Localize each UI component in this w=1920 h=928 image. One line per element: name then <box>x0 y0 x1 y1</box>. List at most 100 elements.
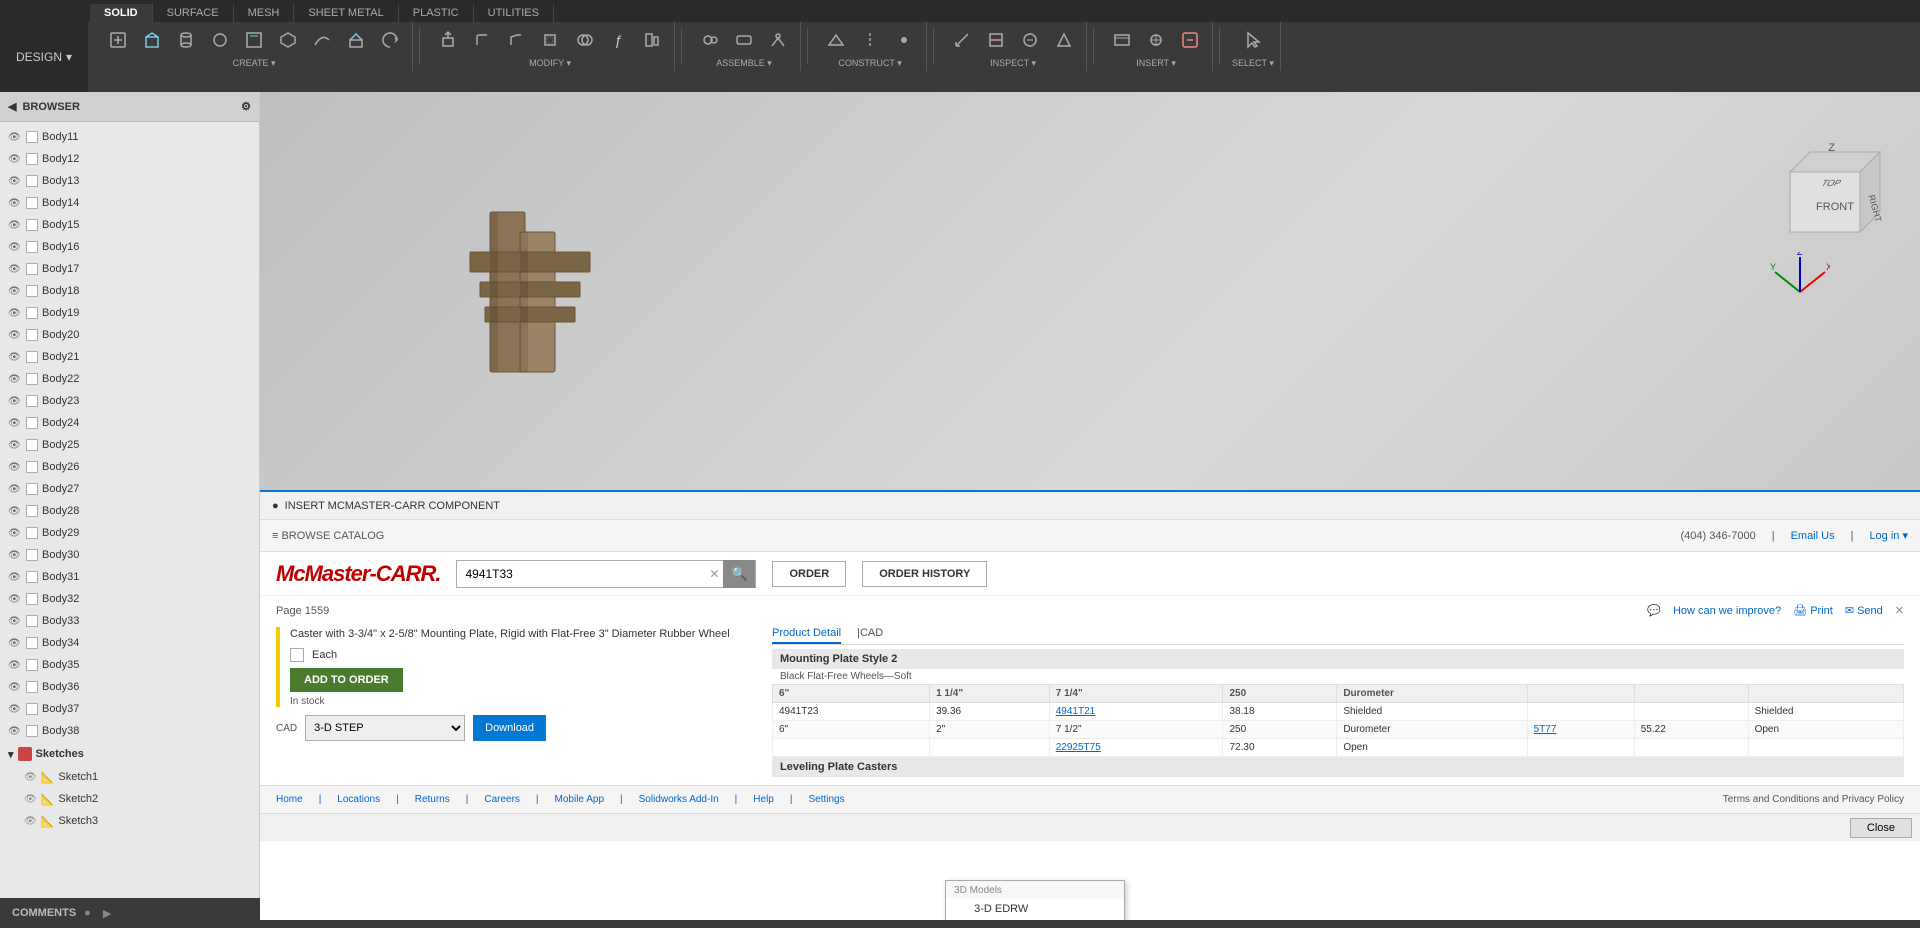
footer-locations[interactable]: Locations <box>337 794 380 805</box>
list-item[interactable]: 👁Body17 <box>0 258 259 280</box>
design-dropdown[interactable]: DESIGN ▾ <box>0 22 88 92</box>
tab-solid[interactable]: SOLID <box>90 4 153 22</box>
comment-toggle[interactable]: ● <box>84 907 91 919</box>
point-icon[interactable] <box>888 24 920 56</box>
part-link[interactable]: 5T77 <box>1534 724 1557 735</box>
print-link[interactable]: 🖨 Print <box>1793 604 1833 617</box>
checkbox[interactable] <box>26 175 38 187</box>
checkbox[interactable] <box>26 725 38 737</box>
close-x-icon[interactable]: ✕ <box>1895 604 1904 617</box>
tab-plastic[interactable]: PLASTIC <box>399 4 474 22</box>
list-item[interactable]: 👁Body28 <box>0 500 259 522</box>
joint-icon[interactable] <box>694 24 726 56</box>
form-icon[interactable] <box>272 24 304 56</box>
email-link[interactable]: Email Us <box>1791 530 1835 542</box>
list-item[interactable]: 👁Body25 <box>0 434 259 456</box>
rigid-group-icon[interactable] <box>728 24 760 56</box>
checkbox[interactable] <box>26 703 38 715</box>
list-item[interactable]: 👁Body31 <box>0 566 259 588</box>
order-history-button[interactable]: ORDER HISTORY <box>862 561 987 587</box>
motion-link-icon[interactable] <box>762 24 794 56</box>
press-pull-icon[interactable] <box>432 24 464 56</box>
sketch-item[interactable]: 👁 📐 Sketch3 <box>0 810 259 832</box>
dropdown-item-edrw[interactable]: 3-D EDRW <box>946 898 1124 920</box>
checkbox[interactable] <box>26 549 38 561</box>
checkbox[interactable] <box>26 241 38 253</box>
checkbox[interactable] <box>26 505 38 517</box>
formula-icon[interactable]: ƒ <box>602 24 634 56</box>
mcmaster-icon[interactable] <box>1174 24 1206 56</box>
checkbox[interactable] <box>26 637 38 649</box>
extrude-icon[interactable] <box>340 24 372 56</box>
list-item[interactable]: 👁Body18 <box>0 280 259 302</box>
new-component-icon[interactable] <box>102 24 134 56</box>
surface-create-icon[interactable] <box>306 24 338 56</box>
viewport[interactable]: Z FRONT TOP RIGHT X Y Z <box>260 92 1920 920</box>
checkbox[interactable] <box>26 417 38 429</box>
checkbox[interactable] <box>26 395 38 407</box>
footer-solidworks[interactable]: Solidworks Add-In <box>639 794 719 805</box>
list-item[interactable]: 👁Body16 <box>0 236 259 258</box>
close-button[interactable]: Close <box>1850 818 1912 838</box>
section-analysis-icon[interactable] <box>980 24 1012 56</box>
browser-toggle-icon[interactable]: ◀ <box>8 100 16 113</box>
order-button[interactable]: ORDER <box>772 561 846 587</box>
checkbox[interactable] <box>26 285 38 297</box>
plane-icon[interactable] <box>820 24 852 56</box>
draft-icon[interactable] <box>1048 24 1080 56</box>
canvas-icon[interactable] <box>1106 24 1138 56</box>
download-button[interactable]: Download <box>473 715 546 741</box>
sphere-icon[interactable] <box>204 24 236 56</box>
list-item[interactable]: 👁Body22 <box>0 368 259 390</box>
search-button[interactable]: 🔍 <box>723 560 755 588</box>
axis-icon[interactable] <box>854 24 886 56</box>
revolve-icon[interactable] <box>374 24 406 56</box>
list-item[interactable]: 👁Body36 <box>0 676 259 698</box>
checkbox[interactable] <box>26 263 38 275</box>
checkbox[interactable] <box>26 219 38 231</box>
checkbox[interactable] <box>26 527 38 539</box>
footer-returns[interactable]: Returns <box>415 794 450 805</box>
footer-settings[interactable]: Settings <box>808 794 844 805</box>
sketch-icon[interactable] <box>238 24 270 56</box>
part-link[interactable]: 22925T75 <box>1056 742 1101 753</box>
checkbox[interactable] <box>26 461 38 473</box>
send-link[interactable]: ✉ Send <box>1845 604 1883 617</box>
checkbox[interactable] <box>26 593 38 605</box>
list-item[interactable]: 👁Body33 <box>0 610 259 632</box>
list-item[interactable]: 👁Body14 <box>0 192 259 214</box>
list-item[interactable]: 👁Body11 <box>0 126 259 148</box>
checkbox[interactable] <box>26 483 38 495</box>
list-item[interactable]: 👁Body12 <box>0 148 259 170</box>
tab-utilities[interactable]: UTILITIES <box>474 4 554 22</box>
footer-mobile[interactable]: Mobile App <box>555 794 604 805</box>
search-input[interactable] <box>457 563 705 585</box>
align-icon[interactable] <box>636 24 668 56</box>
chamfer-icon[interactable] <box>500 24 532 56</box>
checkbox[interactable] <box>26 659 38 671</box>
checkbox[interactable] <box>26 571 38 583</box>
list-item[interactable]: 👁Body26 <box>0 456 259 478</box>
checkbox[interactable] <box>26 373 38 385</box>
list-item[interactable]: 👁Body29 <box>0 522 259 544</box>
footer-careers[interactable]: Careers <box>484 794 520 805</box>
checkbox[interactable] <box>26 351 38 363</box>
checkbox[interactable] <box>26 439 38 451</box>
list-item[interactable]: 👁Body37 <box>0 698 259 720</box>
each-checkbox[interactable] <box>290 648 304 662</box>
improve-link[interactable]: How can we improve? <box>1673 605 1781 617</box>
footer-help[interactable]: Help <box>753 794 774 805</box>
cad-tab[interactable]: |CAD <box>857 627 883 644</box>
cylinder-icon[interactable] <box>170 24 202 56</box>
combine-icon[interactable] <box>568 24 600 56</box>
fillet-icon[interactable] <box>466 24 498 56</box>
list-item[interactable]: 👁Body20 <box>0 324 259 346</box>
login-btn[interactable]: Log in ▾ <box>1869 529 1908 542</box>
list-item[interactable]: 👁Body23 <box>0 390 259 412</box>
sketch-item[interactable]: 👁 📐 Sketch2 <box>0 788 259 810</box>
zebra-icon[interactable] <box>1014 24 1046 56</box>
checkbox[interactable] <box>26 615 38 627</box>
list-item[interactable]: 👁Body38 <box>0 720 259 742</box>
box-icon[interactable] <box>136 24 168 56</box>
sketches-section[interactable]: ▾ Sketches <box>0 742 259 766</box>
